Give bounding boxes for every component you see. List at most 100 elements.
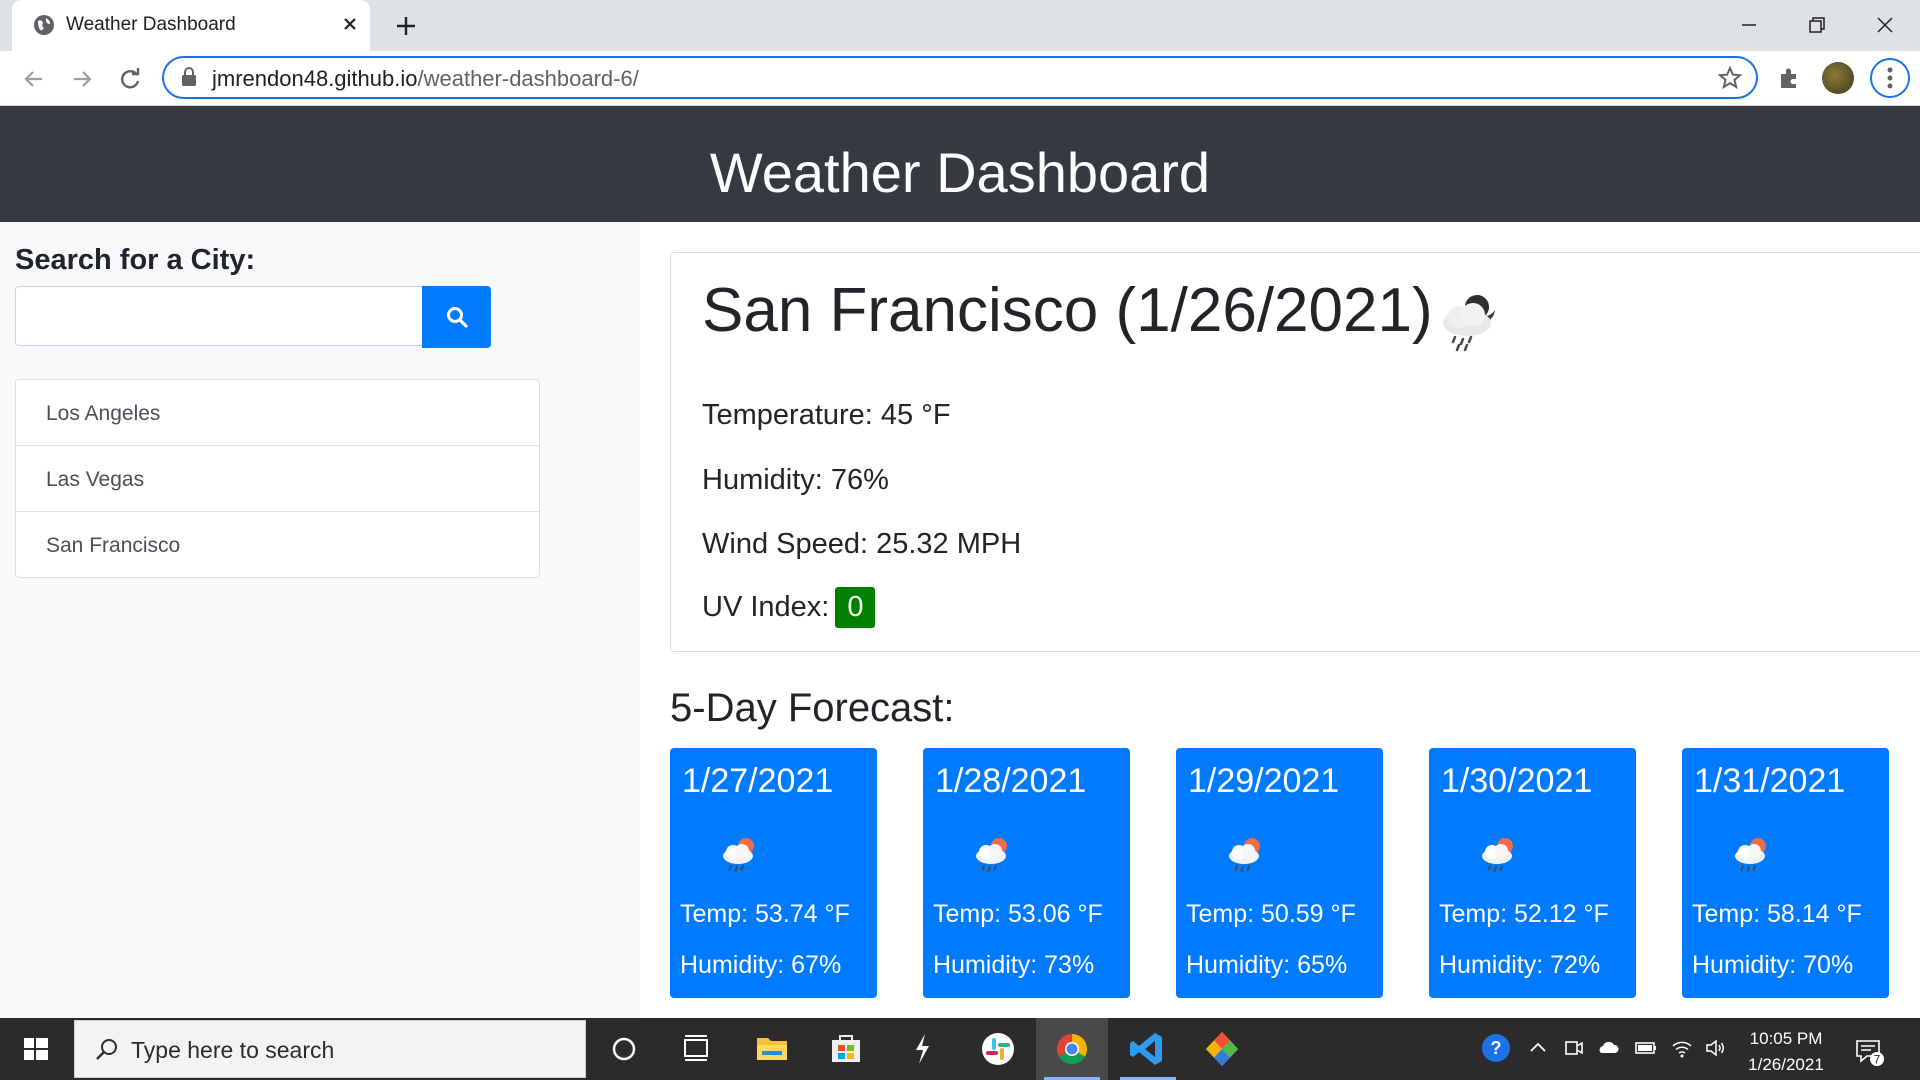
forecast-date: 1/31/2021 xyxy=(1694,762,1846,800)
lock-icon[interactable] xyxy=(180,67,198,87)
taskbar-app-lightning[interactable] xyxy=(886,1018,958,1080)
rain-cloud-sun-icon xyxy=(1735,838,1766,872)
browser-tab-bar: Weather Dashboard xyxy=(0,0,1920,51)
window-close-icon[interactable] xyxy=(1870,10,1900,40)
uv-label: UV Index: xyxy=(702,591,830,623)
url-host: jmrendon48.github.io xyxy=(212,66,418,91)
forecast-date: 1/30/2021 xyxy=(1441,762,1593,800)
search-sidebar: Search for a City: Los Angeles Las Vegas… xyxy=(0,222,640,1018)
reload-icon[interactable] xyxy=(114,63,146,95)
slack-icon xyxy=(982,1033,1014,1065)
profile-avatar[interactable] xyxy=(1822,62,1854,94)
notification-icon: 7 xyxy=(1856,1040,1884,1067)
rain-cloud-sun-icon xyxy=(976,838,1007,872)
forecast-humidity: Humidity: 70% xyxy=(1692,951,1854,979)
rain-cloud-sun-icon xyxy=(1482,838,1513,872)
task-view-button[interactable] xyxy=(660,1018,732,1080)
current-city-title: San Francisco (1/26/2021) xyxy=(702,276,1433,345)
extensions-puzzle-icon[interactable] xyxy=(1776,64,1804,92)
forecast-title: 5-Day Forecast: xyxy=(670,686,955,730)
folder-icon xyxy=(757,1038,787,1060)
svg-text:?: ? xyxy=(1491,1038,1502,1058)
meet-now-icon[interactable] xyxy=(1562,1036,1586,1060)
forecast-temp: Temp: 53.74 °F xyxy=(680,900,850,928)
taskbar-chrome[interactable] xyxy=(1036,1018,1108,1080)
back-arrow-icon[interactable] xyxy=(18,63,50,95)
taskbar-store[interactable] xyxy=(810,1018,882,1080)
store-bag-icon xyxy=(832,1035,860,1062)
current-uv-row: UV Index: 0 xyxy=(702,587,876,628)
forecast-temp: Temp: 58.14 °F xyxy=(1692,900,1862,928)
taskbar-vscode[interactable] xyxy=(1112,1018,1184,1080)
close-icon[interactable] xyxy=(338,12,362,36)
vscode-icon xyxy=(1130,1033,1162,1065)
rain-cloud-night-icon xyxy=(1443,294,1496,352)
city-history-item[interactable]: San Francisco xyxy=(15,511,540,578)
cortana-button[interactable] xyxy=(588,1018,660,1080)
current-weather-card: San Francisco (1/26/2021) Temperature: 4… xyxy=(670,252,1920,652)
clock-date: 1/26/2021 xyxy=(1748,1055,1824,1074)
tab-title: Weather Dashboard xyxy=(66,14,236,35)
city-history-list: Los Angeles Las Vegas San Francisco xyxy=(15,379,540,578)
taskbar-search-box[interactable]: Type here to search xyxy=(74,1020,586,1078)
forecast-date: 1/29/2021 xyxy=(1188,762,1340,800)
forecast-card: 1/27/2021 Temp: 53.74 °F Humidity: 67% xyxy=(670,748,877,998)
wifi-icon[interactable] xyxy=(1670,1036,1694,1060)
search-label: Search for a City: xyxy=(15,244,256,276)
search-icon xyxy=(447,307,468,328)
clock-time: 10:05 PM xyxy=(1749,1029,1823,1048)
forecast-date: 1/27/2021 xyxy=(682,762,834,800)
city-search-input[interactable] xyxy=(15,286,423,346)
browser-tab[interactable]: Weather Dashboard xyxy=(12,0,370,51)
forecast-card: 1/31/2021 Temp: 58.14 °F Humidity: 70% xyxy=(1682,748,1889,998)
notification-center-button[interactable]: 7 xyxy=(1852,1034,1886,1068)
onedrive-cloud-icon[interactable] xyxy=(1596,1036,1620,1060)
forecast-humidity: Humidity: 65% xyxy=(1186,951,1348,979)
city-history-item[interactable]: Los Angeles xyxy=(15,379,540,446)
restore-icon[interactable] xyxy=(1802,10,1832,40)
taskbar-file-explorer[interactable] xyxy=(736,1018,808,1080)
diamond-app-icon xyxy=(1206,1032,1238,1066)
help-icon[interactable]: ? xyxy=(1480,1032,1512,1064)
volume-icon[interactable] xyxy=(1704,1036,1728,1060)
windows-logo-icon xyxy=(24,1038,48,1060)
battery-icon[interactable] xyxy=(1634,1036,1658,1060)
web-page: Weather Dashboard Search for a City: Los… xyxy=(0,106,1920,1018)
address-url[interactable]: jmrendon48.github.io/weather-dashboard-6… xyxy=(212,66,639,92)
forecast-card: 1/28/2021 Temp: 53.06 °F Humidity: 73% xyxy=(923,748,1130,998)
taskbar-clock[interactable]: 10:05 PM 1/26/2021 xyxy=(1736,1026,1836,1078)
cortana-circle-icon xyxy=(612,1037,636,1061)
new-tab-icon[interactable] xyxy=(392,12,420,40)
current-humidity: Humidity: 76% xyxy=(702,464,889,496)
task-view-icon xyxy=(684,1035,708,1061)
search-button[interactable] xyxy=(422,286,491,348)
rain-cloud-sun-icon xyxy=(1229,838,1260,872)
windows-taskbar: Type here to search ? 10:05 PM 1/26/2021… xyxy=(0,1018,1920,1080)
rain-cloud-sun-icon xyxy=(723,838,754,872)
url-path: /weather-dashboard-6/ xyxy=(417,66,639,91)
uv-badge: 0 xyxy=(835,587,876,628)
forecast-card: 1/29/2021 Temp: 50.59 °F Humidity: 65% xyxy=(1176,748,1383,998)
forecast-humidity: Humidity: 67% xyxy=(680,951,842,979)
current-wind-speed: Wind Speed: 25.32 MPH xyxy=(702,528,1022,560)
search-icon xyxy=(96,1039,117,1060)
minimize-icon[interactable] xyxy=(1734,10,1764,40)
forecast-humidity: Humidity: 73% xyxy=(933,951,1095,979)
city-history-item[interactable]: Las Vegas xyxy=(15,445,540,512)
bookmark-star-icon[interactable] xyxy=(1716,64,1744,92)
three-dots-menu-icon xyxy=(1887,67,1893,89)
taskbar-slack[interactable] xyxy=(962,1018,1034,1080)
forecast-humidity: Humidity: 72% xyxy=(1439,951,1601,979)
forecast-date: 1/28/2021 xyxy=(935,762,1087,800)
forecast-temp: Temp: 52.12 °F xyxy=(1439,900,1609,928)
current-temperature: Temperature: 45 °F xyxy=(702,399,951,431)
forecast-temp: Temp: 50.59 °F xyxy=(1186,900,1356,928)
page-header: Weather Dashboard xyxy=(0,106,1920,222)
start-button[interactable] xyxy=(0,1018,72,1080)
browser-menu-button[interactable] xyxy=(1870,58,1910,98)
taskbar-git-app[interactable] xyxy=(1186,1018,1258,1080)
notification-count: 7 xyxy=(1874,1053,1881,1067)
forward-arrow-icon[interactable] xyxy=(66,63,98,95)
forecast-card: 1/30/2021 Temp: 52.12 °F Humidity: 72% xyxy=(1429,748,1636,998)
chevron-up-icon[interactable] xyxy=(1526,1036,1550,1060)
